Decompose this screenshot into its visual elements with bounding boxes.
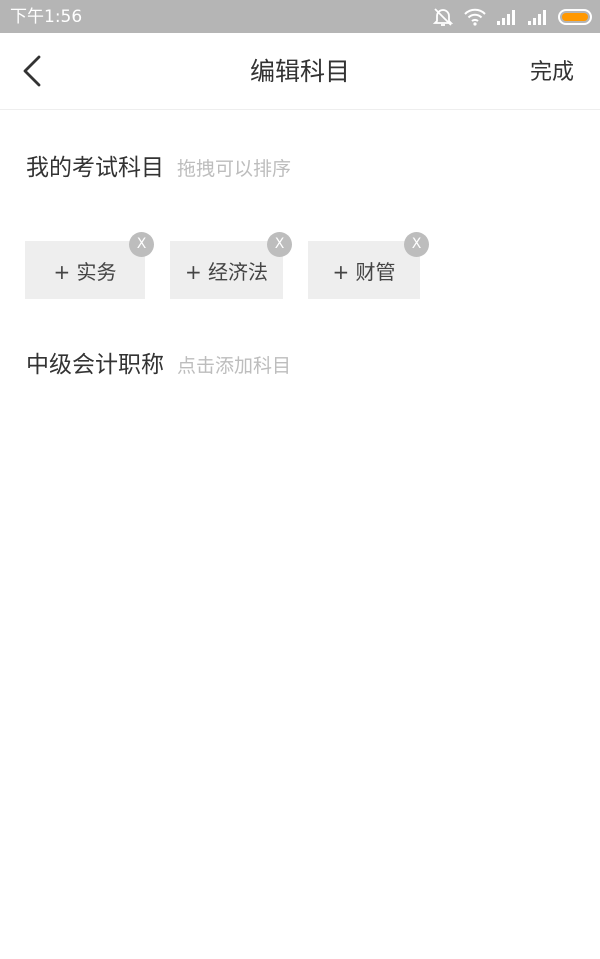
available-subjects-title: 中级会计职称 [26,352,164,378]
subject-chip-label: + 财管 [332,259,396,284]
status-time: 下午1:56 [10,7,83,27]
battery-level [562,13,588,21]
my-subjects-hint: 拖拽可以排序 [177,158,292,180]
remove-chip-button[interactable]: X [129,232,154,257]
subject-chip[interactable]: + 财管 X [308,232,429,299]
chevron-left-icon [23,55,41,87]
nav-bar: 编辑科目 完成 [0,33,600,110]
remove-chip-button[interactable]: X [267,232,292,257]
my-subjects-title: 我的考试科目 [26,155,164,181]
status-icons [423,5,592,29]
wifi-icon [463,7,487,27]
subject-chip[interactable]: + 经济法 X [170,232,292,299]
subject-chip-label: + 经济法 [184,259,269,284]
available-subjects-hint: 点击添加科目 [177,355,292,377]
subject-chip-label: + 实务 [53,259,117,284]
status-bar: 下午1:56 [0,0,600,33]
signal-icon [527,8,549,26]
remove-chip-button[interactable]: X [404,232,429,257]
my-subjects-heading: 我的考试科目 拖拽可以排序 [26,148,291,182]
available-subjects-heading: 中级会计职称 点击添加科目 [26,345,291,379]
alarm-off-icon [432,6,454,28]
page-title: 编辑科目 [249,57,350,86]
back-button[interactable] [14,51,54,91]
subject-chip[interactable]: + 实务 X [25,232,154,299]
done-button[interactable]: 完成 [530,59,574,87]
battery-icon [558,9,592,25]
signal-icon [496,8,518,26]
